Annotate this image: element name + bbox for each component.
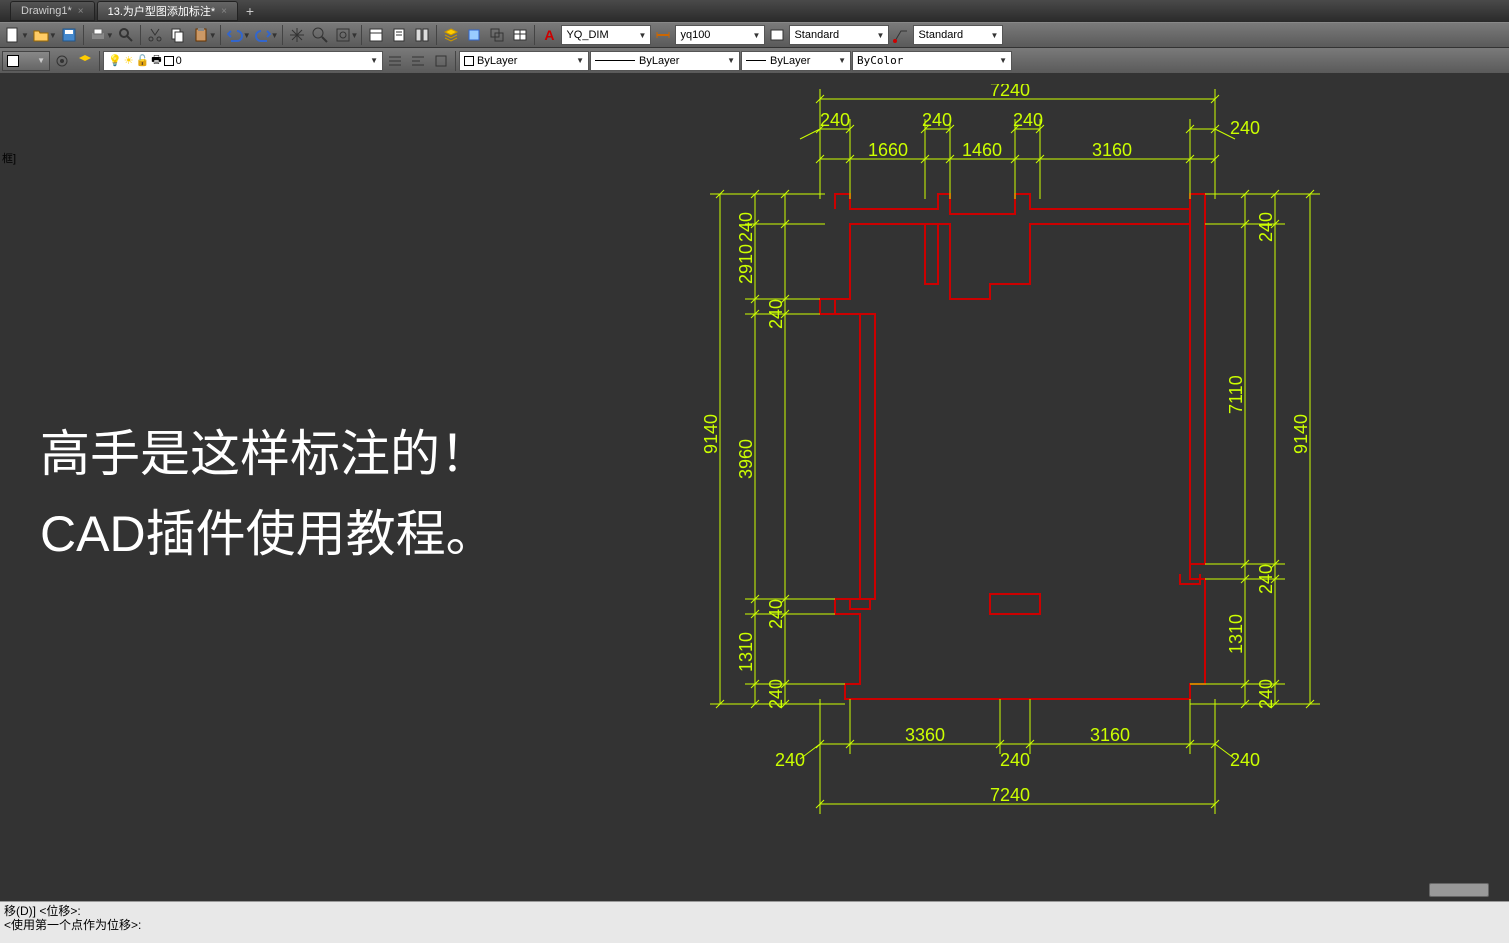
close-icon[interactable]: × — [78, 6, 84, 17]
layer-button[interactable] — [440, 24, 462, 46]
textstyle2-select[interactable]: Standard▼ — [913, 25, 1003, 45]
layer-match-button[interactable] — [407, 50, 429, 72]
overlay-title: 高手是这样标注的！ CAD插件使用教程。 — [40, 414, 496, 574]
color-swatch — [164, 56, 174, 66]
dim-label: 240 — [1000, 750, 1030, 770]
cmd-history: 移(D)] <位移>: — [4, 904, 1505, 918]
dimstyle-select[interactable]: YQ_DIM▼ — [561, 25, 651, 45]
layer-states-button[interactable] — [384, 50, 406, 72]
pan-button[interactable] — [286, 24, 308, 46]
table-button[interactable] — [509, 24, 531, 46]
lightbulb-icon: 💡 — [108, 54, 122, 67]
dim-label: 7110 — [1226, 375, 1246, 414]
dim-label: 240 — [820, 110, 850, 130]
settings-button[interactable] — [51, 50, 73, 72]
linetype-select[interactable]: yq100▼ — [675, 25, 765, 45]
dim-label: 1310 — [1226, 614, 1246, 654]
separator — [220, 25, 221, 45]
command-line[interactable]: 移(D)] <位移>: <使用第一个点作为位移>: — [0, 901, 1509, 943]
dim-button[interactable] — [652, 24, 674, 46]
tool-palette-button[interactable] — [411, 24, 433, 46]
separator — [361, 25, 362, 45]
plot-icon: 🖶 — [151, 51, 161, 70]
color-select[interactable]: ▼ — [2, 51, 50, 71]
layer-select[interactable]: 💡 ☀ 🔓 🖶 0 ▼ — [103, 51, 383, 71]
dim-label: 3360 — [905, 725, 945, 745]
dim-label: 1660 — [868, 140, 908, 160]
layer-iso-button[interactable] — [430, 50, 452, 72]
bylayer-color-select[interactable]: ByLayer▼ — [459, 51, 589, 71]
tab-current[interactable]: 13.为户型图添加标注* × — [97, 1, 238, 21]
dim-label: 3160 — [1090, 725, 1130, 745]
mleader-button[interactable] — [890, 24, 912, 46]
floor-plan-drawing: 7240 240 240 240 240 1660 1460 3160 9140… — [690, 84, 1330, 834]
dim-label: 240 — [1230, 118, 1260, 138]
separator — [99, 51, 100, 71]
layers-button[interactable] — [74, 50, 96, 72]
dim-label: 240 — [1230, 750, 1260, 770]
dim-label: 240 — [766, 679, 786, 709]
properties-button[interactable] — [365, 24, 387, 46]
dim-label: 240 — [922, 110, 952, 130]
dim-label: 240 — [766, 299, 786, 329]
dropdown-arrow-icon[interactable]: ▼ — [21, 31, 29, 40]
dropdown-arrow-icon[interactable]: ▼ — [209, 31, 217, 40]
dropdown-arrow-icon[interactable]: ▼ — [106, 31, 114, 40]
textstyle1-select[interactable]: Standard▼ — [789, 25, 889, 45]
cmd-prompt: <使用第一个点作为位移>: — [4, 918, 1505, 932]
horizontal-scrollbar-thumb[interactable] — [1429, 883, 1489, 897]
separator — [534, 25, 535, 45]
toolbar-layers: ▼ 💡 ☀ 🔓 🖶 0 ▼ ByLayer▼ ByLayer▼ ByLayer▼… — [0, 48, 1509, 74]
separator — [140, 25, 141, 45]
separator — [282, 25, 283, 45]
dropdown-arrow-icon[interactable]: ▼ — [49, 31, 57, 40]
xref-button[interactable] — [486, 24, 508, 46]
dim-label: 240 — [736, 212, 756, 242]
toolbar-main: ▼ ▼ ▼ ▼ ▼ ▼ ▼ A YQ_DIM▼ yq100▼ Standard▼… — [0, 22, 1509, 48]
dim-label: 240 — [775, 750, 805, 770]
dim-label: 7240 — [990, 785, 1030, 805]
document-tabs: Drawing1* × 13.为户型图添加标注* × + — [0, 0, 1509, 22]
dim-label: 1460 — [962, 140, 1002, 160]
preview-button[interactable] — [115, 24, 137, 46]
cut-button[interactable] — [144, 24, 166, 46]
zoom-button[interactable] — [309, 24, 331, 46]
dropdown-arrow-icon[interactable]: ▼ — [243, 31, 251, 40]
lock-icon: 🔓 — [136, 54, 150, 67]
bylayer-linetype-select[interactable]: ByLayer▼ — [590, 51, 740, 71]
tab-label: Drawing1* — [21, 5, 72, 17]
dim-label: 240 — [766, 599, 786, 629]
dim-label: 240 — [1256, 564, 1276, 594]
table-style-button[interactable] — [766, 24, 788, 46]
corner-label: 框] — [2, 150, 16, 166]
dim-label: 2910 — [736, 244, 756, 284]
dim-label: 7240 — [990, 84, 1030, 100]
dim-label: 9140 — [701, 414, 721, 454]
sun-icon: ☀ — [124, 54, 134, 67]
separator — [436, 25, 437, 45]
tab-drawing1[interactable]: Drawing1* × — [10, 1, 95, 21]
dim-label: 3960 — [736, 439, 756, 479]
drawing-canvas[interactable]: 框] 高手是这样标注的！ CAD插件使用教程。 — [0, 74, 1509, 901]
bylayer-lineweight-select[interactable]: ByLayer▼ — [741, 51, 851, 71]
separator — [455, 51, 456, 71]
dim-label: 3160 — [1092, 140, 1132, 160]
close-icon[interactable]: × — [221, 6, 227, 17]
dim-label: 240 — [1013, 110, 1043, 130]
save-button[interactable] — [58, 24, 80, 46]
dim-label: 9140 — [1291, 414, 1311, 454]
dropdown-arrow-icon[interactable]: ▼ — [271, 31, 279, 40]
bycolor-select[interactable]: ByColor▼ — [852, 51, 1012, 71]
add-tab-button[interactable]: + — [240, 3, 260, 19]
block-button[interactable] — [463, 24, 485, 46]
dim-label: 240 — [1256, 212, 1276, 242]
separator — [83, 25, 84, 45]
copy-button[interactable] — [167, 24, 189, 46]
dropdown-arrow-icon[interactable]: ▼ — [351, 31, 359, 40]
dim-label: 1310 — [736, 632, 756, 672]
tab-label: 13.为户型图添加标注* — [108, 3, 216, 19]
sheet-button[interactable] — [388, 24, 410, 46]
dim-label: 240 — [1256, 679, 1276, 709]
text-style-button[interactable]: A — [538, 24, 560, 46]
